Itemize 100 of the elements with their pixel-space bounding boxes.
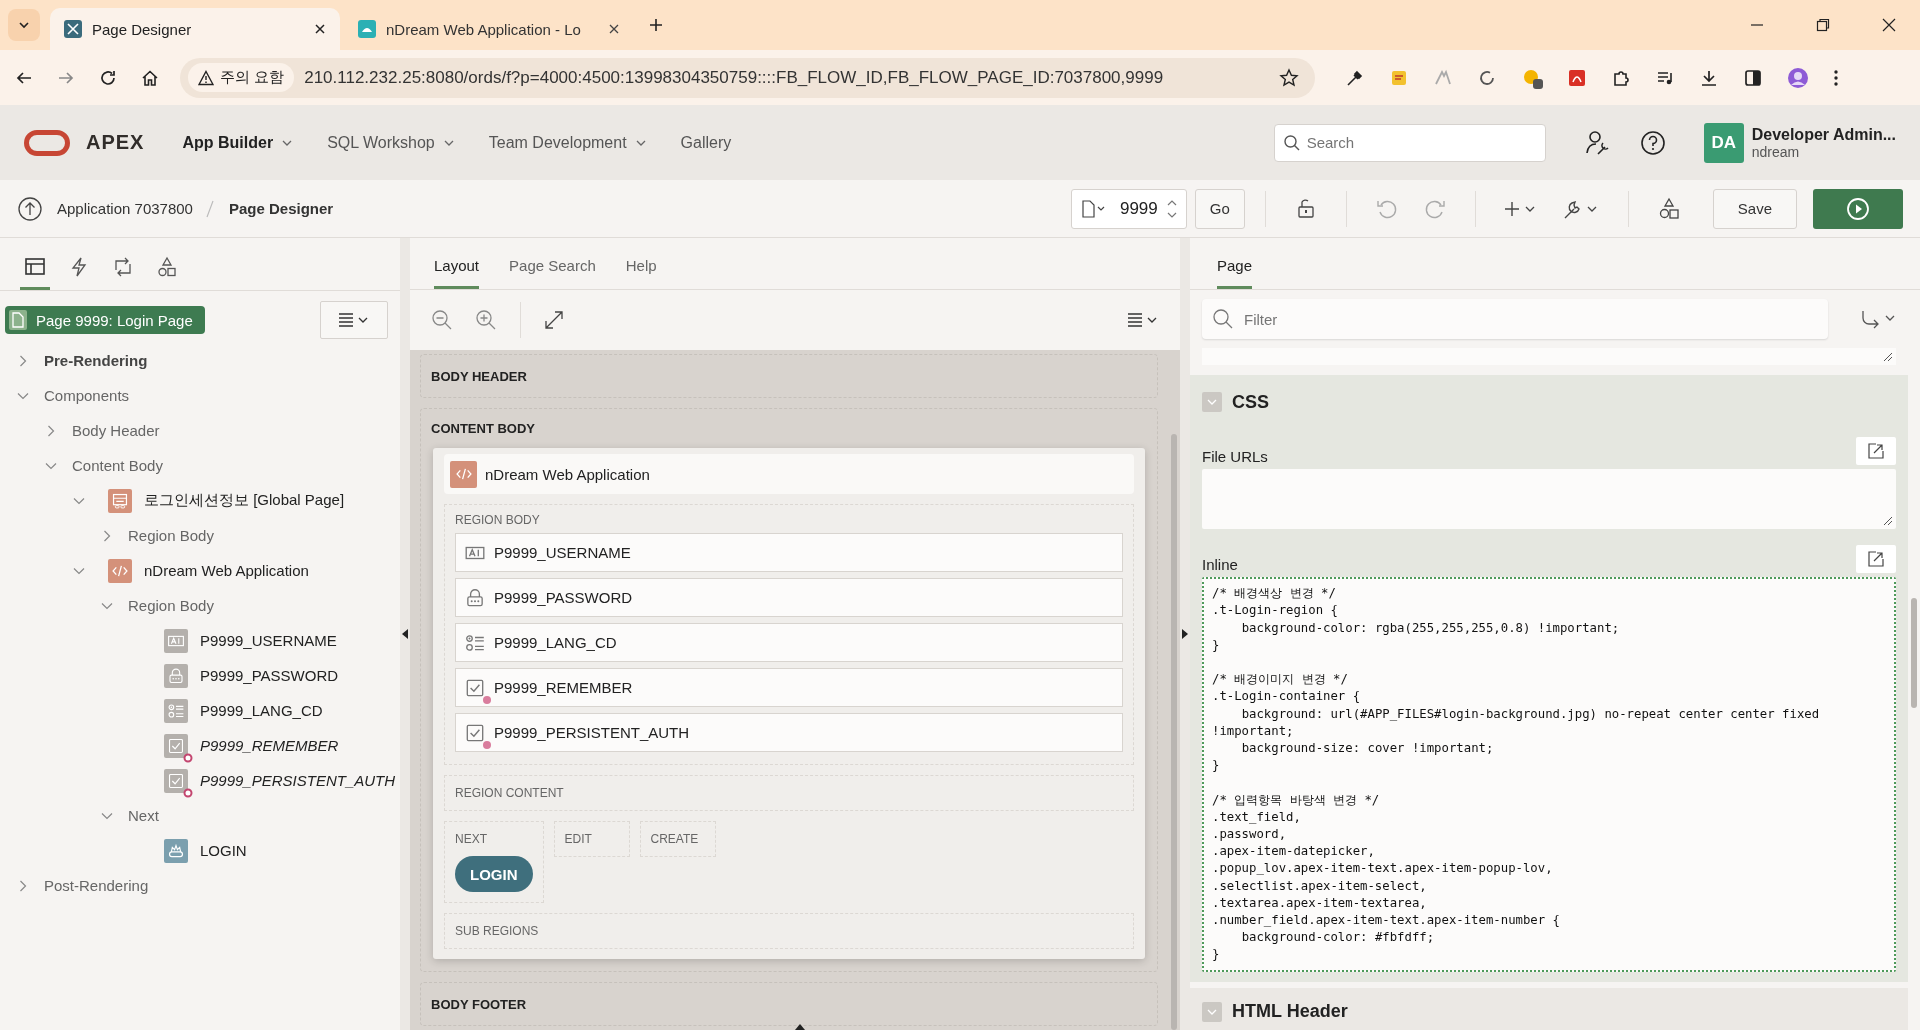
zone-label: NEXT: [455, 832, 488, 846]
inline-css-field[interactable]: /* 배경색상 변경 */ .t-Login-region { background-color: rgba(255,255,255,0.8) !important; } /* 배경이미지 변경 */ .t-Login-container { background: url(#APP_FILES#login-background.jpg) no-repeat center center fixed !important; background-size: cover !important; } /* 입력항목 바탕색 변경 */ .text_field, .password, .apex-item-datepicker, .popup_lov.apex-item-text.apex-item-popup-lov, .selectlist.apex-item-select, .textarea.apex-item-textarea, .number_field.apex-item-text.apex-item-number { background-color: #fbfdff; }: [1202, 577, 1896, 972]
run-button[interactable]: [1813, 188, 1903, 229]
open-editor-button[interactable]: [1856, 545, 1896, 574]
browser-tab[interactable]: nDream Web Application - Lo: [344, 8, 634, 50]
page-number-field[interactable]: 9999: [1070, 188, 1187, 229]
caret-icon: [18, 19, 30, 31]
browser-tab[interactable]: Page Designer: [50, 8, 340, 50]
tree-node[interactable]: Content Body: [72, 457, 163, 474]
zone-label: REGION BODY: [455, 513, 541, 527]
page-item[interactable]: P9999_USERNAME: [455, 533, 1123, 572]
collapse-right-icon[interactable]: [1182, 629, 1188, 639]
home-icon[interactable]: [141, 68, 159, 87]
zone-label: SUB REGIONS: [455, 924, 540, 938]
nav-menu-item[interactable]: Team Development: [488, 133, 647, 152]
zone-label: BODY HEADER: [431, 369, 527, 384]
expand-icon[interactable]: [543, 309, 565, 331]
tab-list-button[interactable]: [8, 9, 40, 41]
close-icon[interactable]: [608, 23, 620, 35]
nav-menu-item[interactable]: Gallery: [680, 133, 732, 152]
open-editor-button[interactable]: [1856, 437, 1896, 466]
side-panel-icon[interactable]: [1743, 67, 1763, 88]
close-icon[interactable]: [1882, 18, 1896, 32]
save-button[interactable]: Save: [1712, 188, 1797, 229]
tree-node[interactable]: LOGIN: [200, 842, 247, 859]
tree-node[interactable]: Pre-Rendering: [44, 352, 148, 369]
tree-node[interactable]: Post-Rendering: [44, 877, 149, 894]
region-card[interactable]: nDream Web Application REGION BODY P9999_USERNAME P9999_PASSWORD P9999_LANG_CD P9999_REMEMBER P9999_PERSISTENT_AUTH REGION CONTENT NEXT LOGIN EDIT CREATE SUB REGIONS: [433, 448, 1145, 959]
tree-node[interactable]: P9999_REMEMBER: [200, 737, 339, 754]
tree-menu-button[interactable]: [320, 301, 388, 339]
tree-node[interactable]: P9999_LANG_CD: [200, 702, 323, 719]
tree-node[interactable]: Body Header: [72, 422, 160, 439]
page-item[interactable]: P9999_PASSWORD: [455, 578, 1123, 617]
pdf-extension-icon[interactable]: [1567, 67, 1587, 88]
group-title: CSS: [1232, 391, 1269, 413]
user-wrench-icon[interactable]: [1583, 128, 1612, 157]
page-node[interactable]: Page 9999: Login Page: [5, 306, 205, 334]
star-icon[interactable]: [1279, 67, 1299, 88]
tab-title: nDream Web Application - Lo: [386, 20, 582, 38]
breadcrumb-link[interactable]: Application 7037800: [57, 200, 193, 217]
page-item[interactable]: P9999_LANG_CD: [455, 623, 1123, 662]
new-tab-icon[interactable]: [648, 17, 664, 33]
close-icon[interactable]: [314, 23, 326, 35]
tree-node[interactable]: P9999_PASSWORD: [200, 667, 339, 684]
help-icon[interactable]: [1639, 129, 1666, 156]
tree-node[interactable]: P9999_PERSISTENT_AUTH: [200, 772, 396, 789]
panel-tab[interactable]: Help: [625, 257, 657, 289]
zone-label: REGION CONTENT: [455, 786, 565, 800]
tree-node[interactable]: Next: [128, 807, 159, 824]
user-name[interactable]: Developer Admin...: [1751, 125, 1896, 144]
group-title: HTML Header: [1232, 1001, 1348, 1023]
address-bar[interactable]: 주의 요함 210.112.232.25:8080/ords/f?p=4000:4500:13998304350759::::FB_FLOW_ID,FB_FLOW_PAGE_ID:7037800,9999: [180, 57, 1315, 98]
security-chip[interactable]: 주의 요함: [188, 63, 295, 92]
panel-tab[interactable]: Page Search: [509, 257, 596, 289]
content-body-zone[interactable]: CONTENT BODY nDream Web Application REGION BODY P9999_USERNAME P9999_PASSWORD P9999_LANG_CD P9999_REMEMBER P9999_PERSISTENT_AUTH REGION CONTENT NEXT LOGIN EDIT CREATE SUB REGIONS: [420, 408, 1158, 972]
url-text: 210.112.232.25:8080/ords/f?p=4000:4500:13998304350759::::FB_FLOW_ID,FB_FLOW_PAGE_ID:7037800,9999: [304, 67, 1165, 88]
collapse-toggle[interactable]: [1202, 1001, 1222, 1022]
nav-menu-item[interactable]: App Builder: [182, 133, 294, 152]
tab-title: Page Designer: [92, 20, 193, 38]
tree-node[interactable]: nDream Web Application: [144, 562, 309, 579]
resize-grip-icon[interactable]: [1883, 516, 1893, 527]
panel-tab[interactable]: Page: [1217, 257, 1253, 289]
button-position[interactable]: EDIT: [553, 821, 630, 857]
page-icon[interactable]: [1079, 198, 1106, 219]
login-button[interactable]: LOGIN: [455, 856, 533, 892]
filter-field[interactable]: Filter: [1202, 299, 1828, 339]
search-field[interactable]: Search: [1273, 123, 1546, 162]
search-icon: [1212, 308, 1234, 330]
tree-node[interactable]: 로그인세션정보 [Global Page]: [144, 491, 345, 510]
zone-label: CONTENT BODY: [431, 421, 536, 436]
tree-node[interactable]: P9999_USERNAME: [200, 632, 337, 649]
file-urls-field[interactable]: [1202, 469, 1896, 530]
item-name: P9999_REMEMBER: [494, 679, 633, 696]
zoom-in-icon[interactable]: [474, 308, 498, 332]
page-item[interactable]: P9999_PERSISTENT_AUTH: [455, 713, 1123, 752]
nav-menu-item[interactable]: SQL Workshop: [327, 133, 455, 152]
reload-icon[interactable]: [99, 68, 117, 87]
go-button[interactable]: Go: [1194, 188, 1245, 229]
body-header-zone[interactable]: BODY HEADER: [420, 354, 1158, 398]
collapse-toggle[interactable]: [1202, 392, 1222, 413]
caret-icon[interactable]: [795, 1024, 805, 1030]
tree-node[interactable]: Region Body: [128, 597, 214, 614]
page-item[interactable]: P9999_REMEMBER: [455, 668, 1123, 707]
profile-icon[interactable]: [1787, 66, 1809, 89]
resize-grip-icon[interactable]: [1883, 352, 1893, 363]
button-position[interactable]: NEXT LOGIN: [444, 821, 544, 903]
zoom-out-icon[interactable]: [430, 308, 454, 332]
more-icon[interactable]: [1833, 67, 1839, 88]
body-footer-zone[interactable]: BODY FOOTER: [420, 982, 1158, 1026]
item-name: P9999_PERSISTENT_AUTH: [494, 724, 690, 741]
expand-icon: [1866, 441, 1886, 462]
collapse-left-icon[interactable]: [402, 629, 408, 639]
panel-tab[interactable]: Layout: [434, 257, 480, 289]
button-position[interactable]: CREATE: [639, 821, 716, 857]
restore-icon[interactable]: [1816, 18, 1830, 32]
field-label: File URLs: [1202, 448, 1268, 466]
property-group-header[interactable]: HTML Header: [1190, 987, 1908, 1030]
warning-icon: [198, 69, 214, 86]
tree-node[interactable]: Region Body: [128, 527, 214, 544]
tree-node[interactable]: Components: [44, 387, 130, 404]
